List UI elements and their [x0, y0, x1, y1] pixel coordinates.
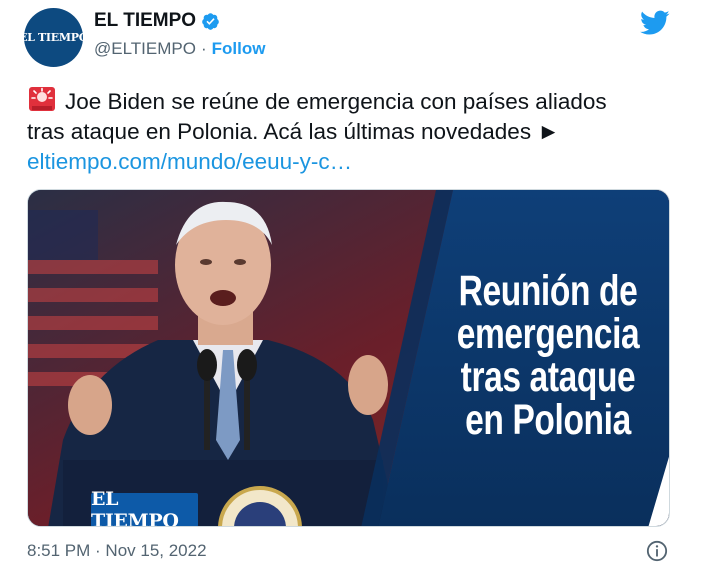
headline-line-3: tras ataque	[460, 353, 636, 401]
tweet-card: EL TIEMPO EL TIEMPO @ELTIEMPO · Follow J…	[0, 0, 701, 574]
twitter-bird-icon[interactable]	[640, 10, 670, 36]
verified-badge-icon	[202, 12, 219, 30]
headline-line-1: Reunión de	[458, 267, 638, 315]
tweet-text-line-1: Joe Biden se reúne de emergencia con paí…	[27, 86, 677, 117]
handle[interactable]: @ELTIEMPO	[94, 39, 196, 59]
handle-row: @ELTIEMPO · Follow	[94, 39, 265, 59]
headline-line-2: emergencia	[456, 310, 640, 358]
tweet-timestamp[interactable]: 8:51 PM · Nov 15, 2022	[27, 541, 207, 561]
tweet-text-line-2: tras ataque en Polonia. Acá las últimas …	[27, 119, 560, 144]
brand-badge: EL TIEMPO	[91, 488, 198, 526]
separator: ·	[200, 39, 207, 58]
display-name[interactable]: EL TIEMPO	[94, 10, 196, 32]
media-headline: Reunión de emergencia tras ataque en Pol…	[454, 270, 641, 442]
article-link[interactable]: eltiempo.com/mundo/eeuu-y-c…	[27, 149, 352, 174]
avatar[interactable]: EL TIEMPO	[19, 8, 88, 67]
tweet-text: Joe Biden se reúne de emergencia con paí…	[27, 86, 677, 177]
info-icon[interactable]	[646, 540, 668, 562]
author-name-row: EL TIEMPO	[94, 10, 220, 32]
follow-button[interactable]: Follow	[212, 39, 266, 59]
avatar-text: EL TIEMPO	[19, 31, 88, 44]
tweet-text-first: Joe Biden se reúne de emergencia con paí…	[65, 89, 607, 114]
police-light-emoji	[29, 87, 55, 111]
media-card[interactable]: Reunión de emergencia tras ataque en Pol…	[27, 189, 670, 527]
headline-line-4: en Polonia	[465, 396, 631, 444]
